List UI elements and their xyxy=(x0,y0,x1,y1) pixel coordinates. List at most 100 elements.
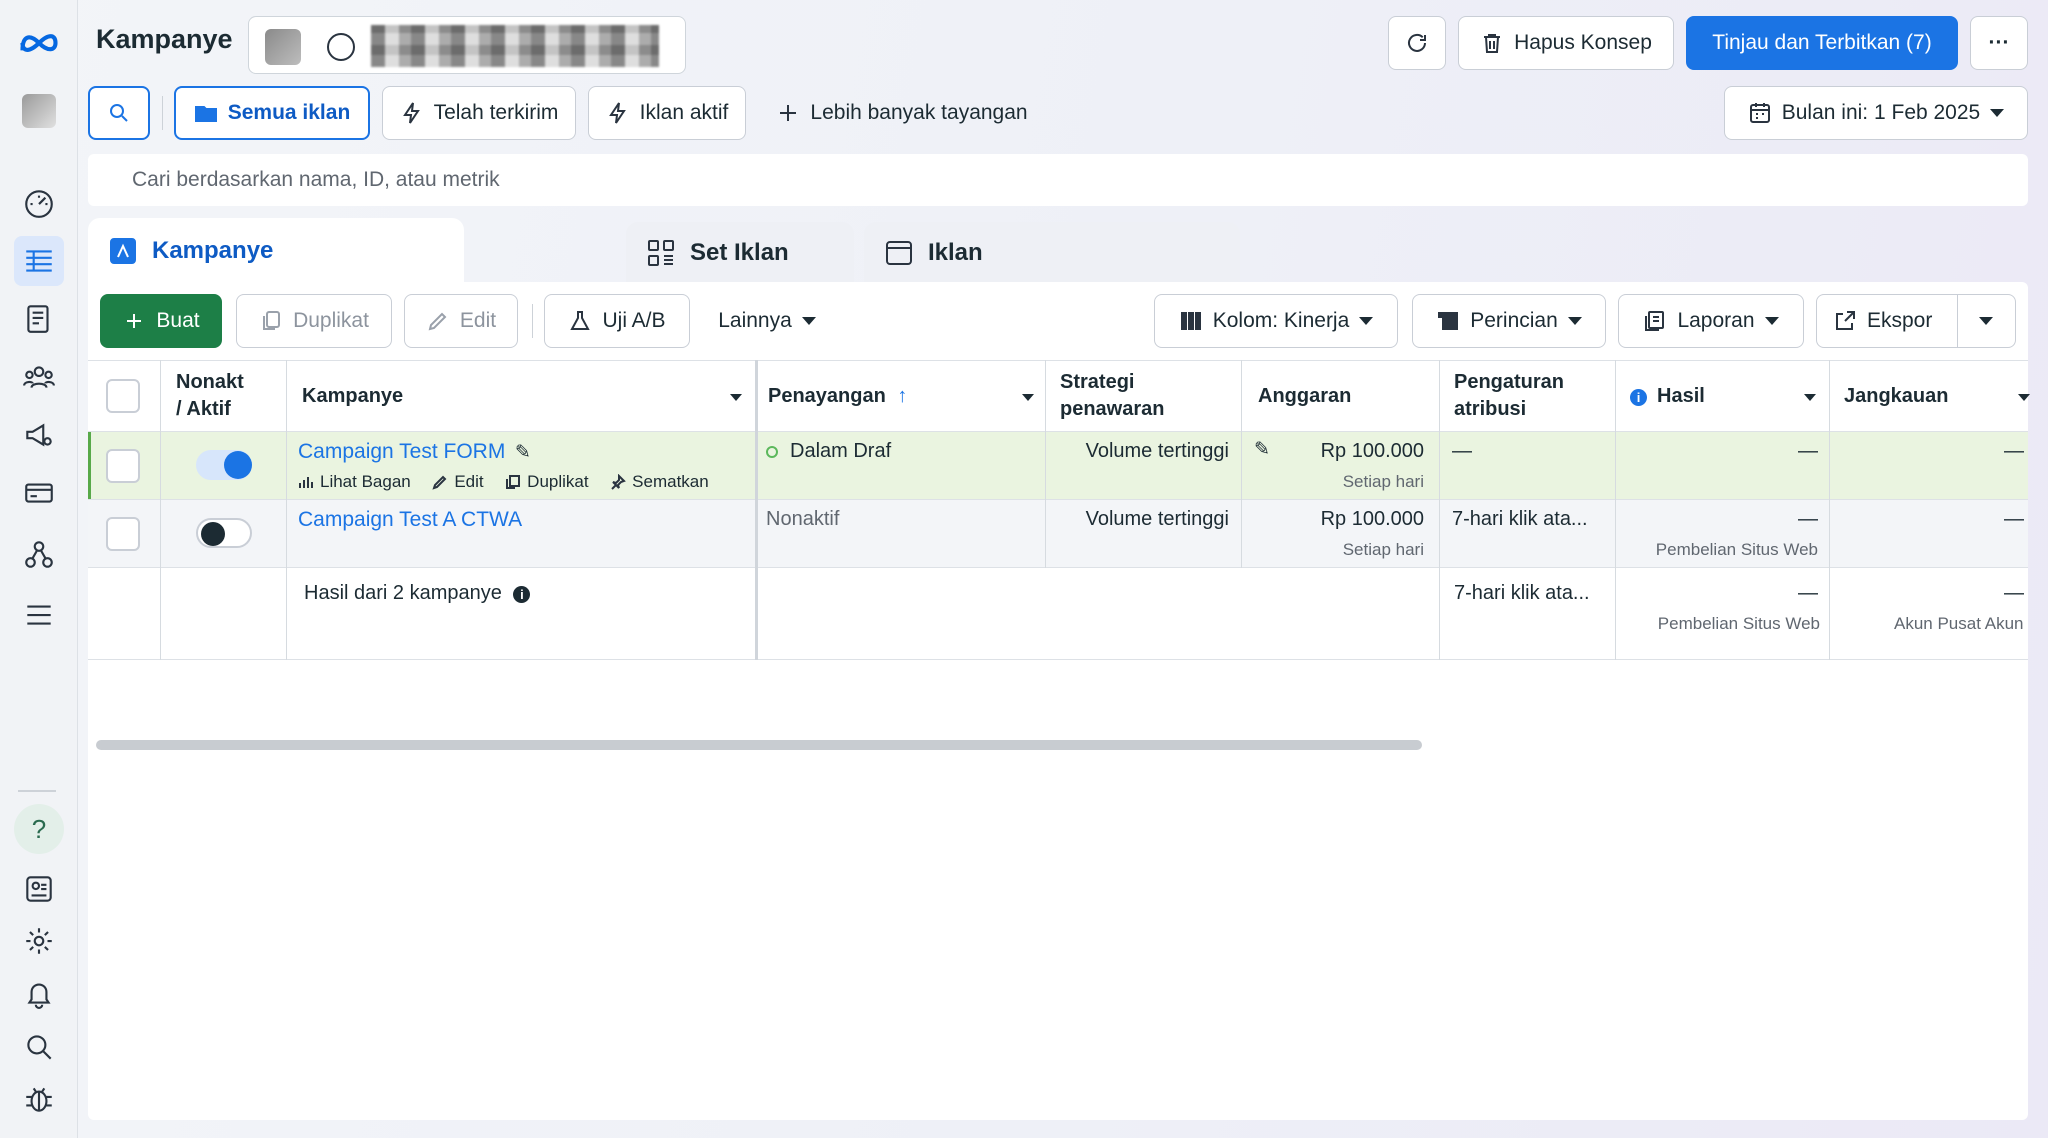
duplicate-label: Duplikat xyxy=(293,309,369,332)
campaign-status-toggle[interactable] xyxy=(196,518,252,548)
columns-icon xyxy=(1180,312,1201,330)
grid-icon xyxy=(648,240,674,266)
export-button[interactable]: Ekspor xyxy=(1816,294,2016,348)
refresh-button[interactable] xyxy=(1388,16,1446,70)
review-publish-button[interactable]: Tinjau dan Terbitkan (7) xyxy=(1686,16,1958,70)
megaphone-icon[interactable] xyxy=(14,410,64,460)
row-checkbox[interactable] xyxy=(106,517,140,551)
campaign-name-cell: Campaign Test A CTWA xyxy=(298,508,522,532)
view-chart-action[interactable]: Lihat Bagan xyxy=(298,472,411,492)
pencil-icon xyxy=(432,475,447,490)
ab-test-button[interactable]: Uji A/B xyxy=(544,294,690,348)
draft-status-icon xyxy=(766,445,778,458)
results-value: — xyxy=(1798,508,1818,530)
duplicate-button[interactable]: Duplikat xyxy=(236,294,392,348)
horizontal-scrollbar[interactable] xyxy=(96,740,1422,750)
search-icon[interactable] xyxy=(14,1022,64,1072)
sort-menu-icon[interactable] xyxy=(1022,394,1034,401)
filter-all-ads[interactable]: Semua iklan xyxy=(174,86,370,140)
search-input[interactable]: Cari berdasarkan nama, ID, atau metrik xyxy=(88,154,2028,206)
header-results[interactable]: i Hasil xyxy=(1630,383,1705,410)
meta-logo-icon[interactable] xyxy=(14,18,64,68)
create-button[interactable]: Buat xyxy=(100,294,222,348)
table-row[interactable]: Campaign Test A CTWA Nonaktif Volume ter… xyxy=(88,500,2028,568)
tab-campaigns[interactable]: Kampanye xyxy=(88,218,464,284)
campaign-status-toggle[interactable] xyxy=(196,450,252,480)
lightning-icon xyxy=(402,102,420,124)
info-icon: i xyxy=(1630,389,1647,406)
summary-results: — xyxy=(1798,582,1818,604)
search-toggle-button[interactable] xyxy=(88,86,150,140)
tab-ad-sets[interactable]: Set Iklan xyxy=(626,222,854,284)
sort-menu-icon[interactable] xyxy=(1804,394,1816,401)
help-question-icon[interactable]: ? xyxy=(14,804,64,854)
header-campaign[interactable]: Kampanye xyxy=(302,383,403,410)
table-row[interactable]: Campaign Test FORM ✎ Lihat Bagan Edit Du… xyxy=(88,432,2028,500)
chevron-down-icon xyxy=(1764,317,1779,325)
header-delivery[interactable]: Penayangan ↑ xyxy=(768,383,907,410)
header-toggle[interactable]: Nonakt / Aktif xyxy=(176,369,244,423)
chevron-down-icon xyxy=(1990,109,2005,117)
columns-dropdown[interactable]: Kolom: Kinerja xyxy=(1154,294,1398,348)
info-icon[interactable]: i xyxy=(513,586,531,603)
filter-delivered[interactable]: Telah terkirim xyxy=(382,86,576,140)
campaign-name-link[interactable]: Campaign Test FORM xyxy=(298,440,505,463)
header-attr-line2: atribusi xyxy=(1454,398,1527,420)
summary-label: Hasil dari 2 kampanye xyxy=(304,582,502,604)
frozen-col-separator xyxy=(755,360,758,660)
edit-button[interactable]: Edit xyxy=(404,294,518,348)
date-range-picker[interactable]: Bulan ini: 1 Feb 2025 xyxy=(1724,86,2028,140)
notifications-bell-icon[interactable] xyxy=(14,968,64,1018)
settings-gear-icon[interactable] xyxy=(14,916,64,966)
reports-dropdown[interactable]: Laporan xyxy=(1618,294,1804,348)
account-avatar[interactable] xyxy=(14,86,64,136)
bug-report-icon[interactable] xyxy=(14,1074,64,1124)
col-separator xyxy=(160,360,161,660)
news-feed-icon[interactable] xyxy=(14,864,64,914)
audiences-people-icon[interactable] xyxy=(14,352,64,402)
campaign-icon xyxy=(110,238,136,264)
tab-ads[interactable]: Iklan xyxy=(864,222,1240,284)
summary-attribution: 7-hari klik ata... xyxy=(1454,582,1590,604)
duplicate-action[interactable]: Duplikat xyxy=(505,472,589,492)
campaign-name-link[interactable]: Campaign Test A CTWA xyxy=(298,508,522,531)
review-publish-label: Tinjau dan Terbitkan (7) xyxy=(1712,31,1932,54)
row-checkbox[interactable] xyxy=(106,449,140,483)
more-actions-dropdown[interactable]: Lainnya xyxy=(702,294,832,348)
edit-label: Edit xyxy=(459,309,497,332)
delete-draft-button[interactable]: Hapus Konsep xyxy=(1458,16,1674,70)
chevron-down-icon xyxy=(1359,317,1374,325)
rename-pencil-icon[interactable]: ✎ xyxy=(515,442,531,463)
edit-action[interactable]: Edit xyxy=(432,472,484,492)
bar-chart-icon xyxy=(299,477,313,488)
dashboard-gauge-icon[interactable] xyxy=(14,178,64,228)
header-reach[interactable]: Jangkauan xyxy=(1844,383,1948,410)
more-options-button[interactable]: ··· xyxy=(1970,16,2028,70)
breakdown-dropdown[interactable]: Perincian xyxy=(1412,294,1606,348)
select-all-checkbox[interactable] xyxy=(106,379,140,413)
business-network-icon[interactable] xyxy=(14,530,64,580)
export-menu-chevron-icon[interactable] xyxy=(1979,317,1993,325)
search-placeholder: Cari berdasarkan nama, ID, atau metrik xyxy=(132,168,500,191)
col-separator xyxy=(1829,360,1830,660)
filter-active-ads-label: Iklan aktif xyxy=(639,101,729,124)
billing-card-icon[interactable] xyxy=(14,468,64,518)
sort-menu-icon[interactable] xyxy=(730,394,742,401)
filter-active-ads[interactable]: Iklan aktif xyxy=(588,86,746,140)
pin-action-label: Sematkan xyxy=(632,472,709,491)
pages-document-icon[interactable] xyxy=(14,294,64,344)
all-tools-menu-icon[interactable] xyxy=(14,590,64,640)
sort-menu-icon[interactable] xyxy=(2018,394,2030,401)
more-views-button[interactable]: Lebih banyak tayangan xyxy=(762,86,1042,140)
calendar-icon xyxy=(1749,103,1770,123)
header-budget[interactable]: Anggaran xyxy=(1258,383,1351,410)
header-attr-line1: Pengaturan xyxy=(1454,371,1565,393)
columns-label: Kolom: Kinerja xyxy=(1212,309,1350,332)
campaigns-table-icon[interactable] xyxy=(14,236,64,286)
header-bid-strategy[interactable]: Strategi penawaran xyxy=(1060,369,1164,423)
folder-icon xyxy=(194,106,217,122)
account-selector[interactable] xyxy=(248,16,686,74)
export-icon xyxy=(1836,311,1855,330)
header-attribution[interactable]: Pengaturan atribusi xyxy=(1454,369,1564,423)
pin-action[interactable]: Sematkan xyxy=(610,472,709,492)
